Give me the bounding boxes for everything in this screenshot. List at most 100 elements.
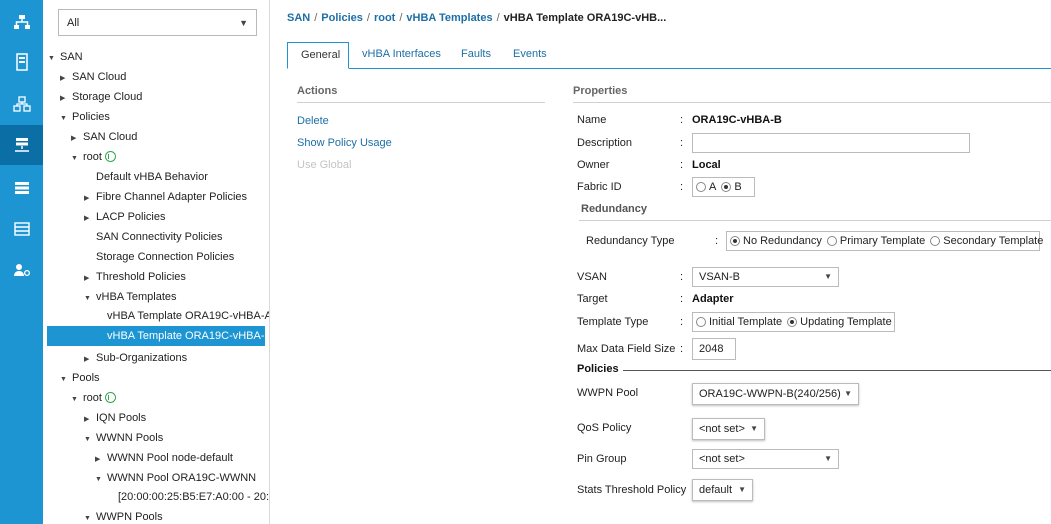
initial-template-radio[interactable]: Initial Template bbox=[696, 316, 782, 328]
rail-item-lan[interactable] bbox=[0, 84, 43, 124]
rail-item-admin[interactable] bbox=[0, 250, 43, 290]
collapse-icon[interactable]: ▼ bbox=[84, 431, 96, 449]
stats-threshold-select[interactable]: default ▼ bbox=[692, 479, 753, 501]
nav-rail bbox=[0, 0, 43, 524]
tree-node-san[interactable]: ▼ SAN bbox=[48, 48, 83, 66]
tree-node-policies[interactable]: ▼ Policies bbox=[60, 108, 110, 126]
redundancy-divider bbox=[579, 220, 1051, 221]
collapse-icon[interactable]: ▼ bbox=[60, 371, 72, 389]
breadcrumb: SAN / Policies / root / vHBA Templates / vHBA Te… bbox=[287, 12, 667, 24]
collapse-icon[interactable]: ▼ bbox=[95, 471, 107, 489]
expand-icon[interactable]: ▶ bbox=[71, 130, 83, 148]
collapse-icon[interactable]: ▼ bbox=[48, 50, 60, 68]
expand-icon[interactable]: ▶ bbox=[84, 210, 96, 228]
tree-node-iqn-pools[interactable]: ▶ IQN Pools bbox=[84, 409, 146, 427]
no-redundancy-radio[interactable]: No Redundancy bbox=[730, 235, 822, 247]
max-data-field-label: Max Data Field Size bbox=[577, 343, 676, 355]
owner-value: Local bbox=[692, 159, 721, 171]
tab-events[interactable]: Events bbox=[500, 42, 560, 68]
collapse-icon[interactable]: ▼ bbox=[60, 110, 72, 128]
description-label: Description bbox=[577, 137, 633, 149]
tree-node-vhba-templates[interactable]: ▼ vHBA Templates bbox=[84, 288, 177, 306]
collapse-icon[interactable]: ▼ bbox=[71, 391, 83, 409]
tree-node-policies-root[interactable]: ▼ root bbox=[71, 148, 116, 166]
collapse-icon[interactable]: ▼ bbox=[71, 150, 83, 168]
list-icon bbox=[14, 182, 29, 194]
expand-icon[interactable]: ▶ bbox=[60, 70, 72, 88]
tree-node-pools-root[interactable]: ▼ root bbox=[71, 389, 116, 407]
collapse-icon[interactable]: ▼ bbox=[84, 510, 96, 524]
tree-node-pools[interactable]: ▼ Pools bbox=[60, 369, 100, 387]
org-root-icon bbox=[104, 392, 116, 403]
tree-node-default-vhba-behavior[interactable]: Default vHBA Behavior bbox=[84, 168, 208, 186]
fabric-b-radio[interactable]: B bbox=[721, 181, 742, 193]
template-type-radio-group: Initial Template Updating Template bbox=[692, 312, 895, 332]
max-data-field-input[interactable]: 2048 bbox=[692, 338, 736, 360]
chevron-down-icon: ▼ bbox=[844, 389, 852, 398]
main-panel: SAN / Policies / root / vHBA Templates / vHBA Te… bbox=[270, 0, 1051, 524]
tab-vhba-interfaces[interactable]: vHBA Interfaces bbox=[349, 42, 454, 68]
tree-node-san-connectivity-policies[interactable]: SAN Connectivity Policies bbox=[84, 228, 223, 246]
chevron-down-icon: ▼ bbox=[750, 424, 758, 433]
tree-node-san-cloud[interactable]: ▶ SAN Cloud bbox=[60, 68, 126, 86]
rail-item-equipment[interactable] bbox=[0, 2, 43, 42]
chevron-down-icon: ▼ bbox=[239, 18, 248, 28]
tree-node-wwpn-pools[interactable]: ▼ WWPN Pools bbox=[84, 508, 163, 524]
collapse-icon[interactable]: ▼ bbox=[84, 290, 96, 308]
breadcrumb-policies[interactable]: Policies bbox=[321, 12, 363, 24]
tree-node-wwnn-block[interactable]: [20:00:00:25:B5:E7:A0:00 - 20: bbox=[106, 488, 269, 506]
tab-bar: General vHBA Interfaces Faults Events bbox=[287, 42, 1051, 69]
qos-policy-select[interactable]: <not set> ▼ bbox=[692, 418, 765, 440]
breadcrumb-current: vHBA Template ORA19C-vHB... bbox=[503, 12, 667, 24]
name-value: ORA19C-vHBA-B bbox=[692, 114, 782, 126]
rail-item-san[interactable] bbox=[0, 125, 43, 165]
delete-link[interactable]: Delete bbox=[297, 115, 329, 127]
chevron-down-icon: ▼ bbox=[824, 454, 832, 463]
vsan-select[interactable]: VSAN-B ▼ bbox=[692, 267, 839, 287]
tree-node-wwnn-pool-node-default[interactable]: ▶ WWNN Pool node-default bbox=[95, 449, 233, 467]
breadcrumb-root[interactable]: root bbox=[374, 12, 395, 24]
pin-group-select[interactable]: <not set> ▼ bbox=[692, 449, 839, 469]
rail-item-vm[interactable] bbox=[0, 168, 43, 208]
tree-node-sub-organizations[interactable]: ▶ Sub-Organizations bbox=[84, 349, 187, 367]
tree-node-storage-cloud[interactable]: ▶ Storage Cloud bbox=[60, 88, 142, 106]
tree-node-lacp-policies[interactable]: ▶ LACP Policies bbox=[84, 208, 166, 226]
tree-node-fc-adapter-policies[interactable]: ▶ Fibre Channel Adapter Policies bbox=[84, 188, 247, 206]
tab-faults[interactable]: Faults bbox=[448, 42, 504, 68]
expand-icon[interactable]: ▶ bbox=[60, 90, 72, 108]
breadcrumb-vhba-templates[interactable]: vHBA Templates bbox=[406, 12, 492, 24]
primary-template-radio[interactable]: Primary Template bbox=[826, 235, 925, 247]
expand-icon[interactable]: ▶ bbox=[84, 411, 96, 429]
san-storage-icon bbox=[14, 138, 29, 152]
chevron-down-icon: ▼ bbox=[824, 272, 832, 281]
admin-list-icon bbox=[13, 222, 30, 236]
policies-divider bbox=[623, 370, 1051, 371]
expand-icon[interactable]: ▶ bbox=[95, 451, 107, 469]
expand-icon[interactable]: ▶ bbox=[84, 190, 96, 208]
tab-general[interactable]: General bbox=[287, 42, 349, 69]
updating-template-radio[interactable]: Updating Template bbox=[787, 316, 892, 328]
policies-heading: Policies bbox=[577, 363, 619, 375]
rail-item-storage[interactable] bbox=[0, 209, 43, 249]
stats-threshold-label: Stats Threshold Policy bbox=[577, 484, 687, 496]
target-label: Target bbox=[577, 293, 608, 305]
template-type-label: Template Type bbox=[577, 316, 649, 328]
tree-node-vhba-template-b[interactable]: vHBA Template ORA19C-vHBA-B bbox=[47, 326, 269, 346]
expand-icon[interactable]: ▶ bbox=[84, 351, 96, 369]
tree-node-wwnn-pools[interactable]: ▼ WWNN Pools bbox=[84, 429, 163, 447]
tree-node-vhba-template-a[interactable]: vHBA Template ORA19C-vHBA-A bbox=[95, 307, 269, 325]
tree-filter-select[interactable]: All ▼ bbox=[58, 9, 257, 36]
breadcrumb-san[interactable]: SAN bbox=[287, 12, 310, 24]
description-input[interactable] bbox=[692, 133, 970, 153]
fabric-id-label: Fabric ID bbox=[577, 181, 622, 193]
tree-node-wwnn-pool-ora19c[interactable]: ▼ WWNN Pool ORA19C-WWNN bbox=[95, 469, 256, 487]
fabric-a-radio[interactable]: A bbox=[696, 181, 716, 193]
show-policy-usage-link[interactable]: Show Policy Usage bbox=[297, 137, 392, 149]
rail-item-servers[interactable] bbox=[0, 42, 43, 82]
secondary-template-radio[interactable]: Secondary Template bbox=[930, 235, 1043, 247]
tree-node-threshold-policies[interactable]: ▶ Threshold Policies bbox=[84, 268, 186, 286]
tree-node-storage-connection-policies[interactable]: Storage Connection Policies bbox=[84, 248, 234, 266]
wwpn-pool-select[interactable]: ORA19C-WWPN-B(240/256) ▼ bbox=[692, 383, 859, 405]
expand-icon[interactable]: ▶ bbox=[84, 270, 96, 288]
tree-node-policies-san-cloud[interactable]: ▶ SAN Cloud bbox=[71, 128, 137, 146]
